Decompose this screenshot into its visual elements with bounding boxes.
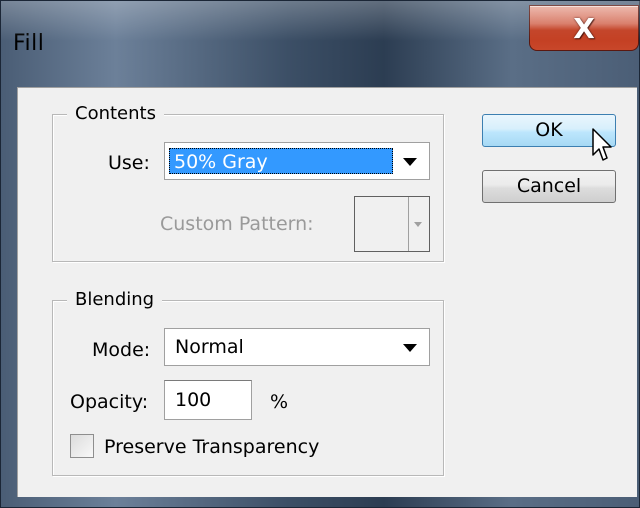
custom-pattern-label: Custom Pattern: [160, 213, 314, 235]
mode-label: Mode: [92, 339, 151, 361]
dropdown-arrow-icon [414, 222, 422, 227]
use-select[interactable]: 50% Gray [164, 142, 430, 180]
mode-select[interactable]: Normal [164, 328, 430, 366]
close-icon: X [573, 11, 595, 45]
contents-group-label: Contents [67, 102, 164, 126]
custom-pattern-picker[interactable] [354, 196, 430, 252]
cancel-button[interactable]: Cancel [482, 170, 616, 203]
dropdown-arrow-icon [403, 158, 417, 166]
opacity-label: Opacity: [70, 391, 149, 413]
blending-group-label: Blending [67, 288, 163, 312]
window-title: Fill [13, 31, 45, 56]
use-label: Use: [108, 152, 150, 174]
preserve-transparency-label[interactable]: Preserve Transparency [104, 435, 319, 459]
opacity-input[interactable]: 100 [164, 380, 252, 420]
pattern-picker-divider [408, 197, 409, 251]
mode-select-value: Normal [175, 336, 244, 358]
opacity-unit: % [270, 391, 289, 413]
mouse-cursor-icon [592, 128, 612, 161]
dropdown-arrow-icon [403, 344, 417, 352]
preserve-transparency-checkbox[interactable] [70, 434, 94, 458]
title-bar[interactable]: Fill X [1, 1, 640, 85]
fill-dialog-window: Fill X Contents Use: 50% Gray Custom Pat… [0, 0, 640, 508]
dialog-client-area: Contents Use: 50% Gray Custom Pattern: B… [17, 87, 637, 497]
use-select-value: 50% Gray [169, 148, 393, 174]
close-button[interactable]: X [529, 5, 639, 51]
